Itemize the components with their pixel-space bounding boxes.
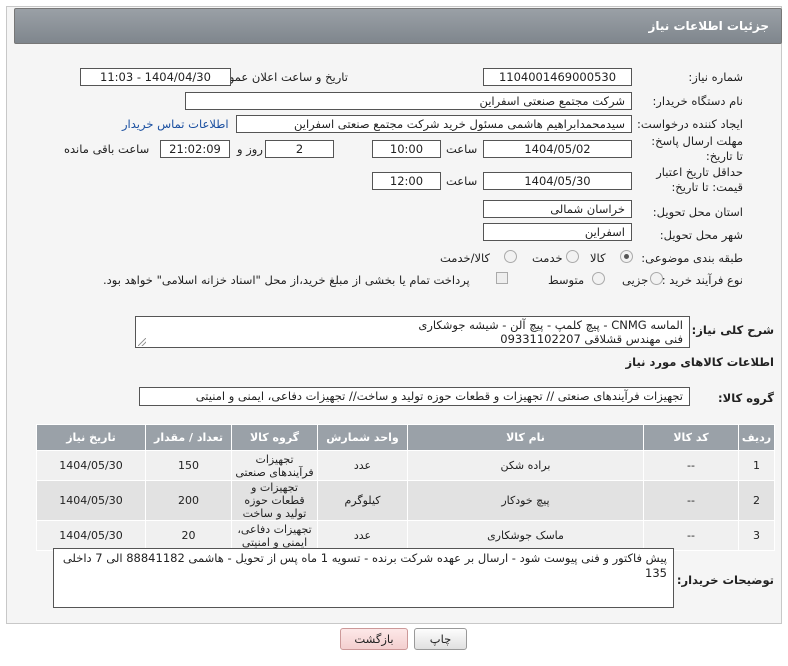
cell-date: 1404/05/30: [36, 450, 146, 481]
validity-time-label: ساعت: [446, 174, 478, 188]
description-label: شرح کلی نیاز:: [691, 323, 774, 337]
category-radio-goods-service[interactable]: [504, 250, 517, 263]
resize-grip-icon[interactable]: [138, 338, 146, 346]
buyer-notes-textarea[interactable]: پیش فاکتور و فنی پیوست شود - ارسال بر عه…: [53, 548, 674, 608]
description-line-2: فنی مهندس قشلاقی 09331102207: [500, 332, 683, 346]
category-radio-goods[interactable]: [620, 250, 633, 263]
city-label: شهر محل تحویل:: [659, 228, 743, 242]
days-label: روز و: [237, 142, 263, 156]
category-label: طبقه بندی موضوعی:: [641, 251, 743, 265]
cell-date: 1404/05/30: [36, 520, 146, 551]
col-header-code: کد کالا: [643, 424, 739, 451]
creator-field: سیدمحمدابراهیم هاشمی مسئول خرید شرکت مجت…: [236, 115, 632, 133]
col-header-unit: واحد شمارش: [317, 424, 408, 451]
cell-row-index: 1: [738, 450, 775, 481]
reply-time-field: 10:00: [372, 140, 441, 158]
payment-note: پرداخت تمام یا بخشی از مبلغ خرید،از محل …: [103, 273, 470, 287]
col-header-row: ردیف: [738, 424, 775, 451]
province-field: خراسان شمالی: [483, 200, 632, 218]
description-textarea[interactable]: الماسه CNMG - پیچ کلمپ - پیچ آلن - شیشه …: [135, 316, 690, 348]
reply-date-field: 1404/05/02: [483, 140, 632, 158]
cell-code: --: [643, 450, 739, 481]
col-header-qty: تعداد / مقدار: [145, 424, 232, 451]
need-number-field: 1104001469000530: [483, 68, 632, 86]
cell-unit: عدد: [317, 520, 408, 551]
table-header-row: ردیف کد کالا نام کالا واحد شمارش گروه کا…: [36, 424, 775, 451]
cell-unit: کیلوگرم: [317, 480, 408, 521]
back-button[interactable]: بازگشت: [340, 628, 408, 650]
cell-qty: 20: [145, 520, 232, 551]
category-option-goods: کالا: [590, 251, 606, 265]
cell-group: تجهیزات دفاعی، ایمنی و امنیتی: [231, 520, 318, 551]
goods-group-field: تجهیزات فرآیندهای صنعتی // تجهیزات و قطع…: [139, 387, 690, 406]
process-radio-minor[interactable]: [650, 272, 663, 285]
process-radio-medium[interactable]: [592, 272, 605, 285]
buyer-notes-label: توضیحات خریدار:: [676, 573, 774, 587]
process-label: نوع فرآیند خرید :: [661, 273, 743, 287]
cell-code: --: [643, 480, 739, 521]
cell-qty: 150: [145, 450, 232, 481]
province-label: استان محل تحویل:: [652, 205, 743, 219]
description-line-1: الماسه CNMG - پیچ کلمپ - پیچ آلن - شیشه …: [418, 318, 683, 332]
buyer-notes-text: پیش فاکتور و فنی پیوست شود - ارسال بر عه…: [62, 551, 667, 580]
cell-name: براده شکن: [407, 450, 644, 481]
process-option-medium: متوسط: [548, 273, 585, 287]
goods-table: ردیف کد کالا نام کالا واحد شمارش گروه کا…: [36, 424, 775, 551]
page-title: جزئیات اطلاعات نیاز: [648, 19, 769, 33]
cell-name: ماسک جوشکاری: [407, 520, 644, 551]
goods-group-label: گروه کالا:: [718, 391, 774, 405]
cell-group: تجهیزات و قطعات حوزه تولید و ساخت: [231, 480, 318, 521]
price-validity-label: حداقل تاریخ اعتبار قیمت: تا تاریخ:: [656, 165, 743, 194]
buyer-org-field: شرکت مجتمع صنعتی اسفراین: [185, 92, 632, 110]
cell-name: پیچ خودکار: [407, 480, 644, 521]
table-row: 3 -- ماسک جوشکاری عدد تجهیزات دفاعی، ایم…: [36, 520, 775, 551]
reply-deadline-label: مهلت ارسال پاسخ: تا تاریخ:: [651, 134, 743, 163]
city-field: اسفراین: [483, 223, 632, 241]
need-number-label: شماره نیاز:: [688, 70, 743, 84]
cell-code: --: [643, 520, 739, 551]
cell-group: تجهیزات فرآیندهای صنعتی: [231, 450, 318, 481]
announce-datetime-field: 1404/04/30 - 11:03: [80, 68, 231, 86]
cell-row-index: 3: [738, 520, 775, 551]
creator-label: ایجاد کننده درخواست:: [637, 117, 743, 131]
process-option-minor: جزیی: [622, 273, 649, 287]
col-header-name: نام کالا: [407, 424, 644, 451]
table-row: 1 -- براده شکن عدد تجهیزات فرآیندهای صنع…: [36, 450, 775, 481]
treasury-payment-checkbox[interactable]: [496, 272, 508, 284]
reply-time-label: ساعت: [446, 142, 478, 156]
category-option-service: خدمت: [532, 251, 563, 265]
cell-row-index: 2: [738, 480, 775, 521]
category-radio-service[interactable]: [566, 250, 579, 263]
page-header: جزئیات اطلاعات نیاز: [14, 8, 782, 44]
days-remaining-field: 2: [265, 140, 334, 158]
buyer-org-label: نام دستگاه خریدار:: [652, 94, 743, 108]
category-option-goods-service: کالا/خدمت: [440, 251, 491, 265]
buyer-contact-link[interactable]: اطلاعات تماس خریدار: [122, 117, 229, 131]
col-header-date: تاریخ نیاز: [36, 424, 146, 451]
cell-unit: عدد: [317, 450, 408, 481]
table-row: 2 -- پیچ خودکار کیلوگرم تجهیزات و قطعات …: [36, 480, 775, 521]
goods-info-title: اطلاعات کالاهای مورد نیاز: [625, 355, 774, 369]
remaining-time-field: 21:02:09: [160, 140, 230, 158]
print-button[interactable]: چاپ: [414, 628, 467, 650]
validity-date-field: 1404/05/30: [483, 172, 632, 190]
cell-date: 1404/05/30: [36, 480, 146, 521]
validity-time-field: 12:00: [372, 172, 441, 190]
cell-qty: 200: [145, 480, 232, 521]
remaining-label: ساعت باقی مانده: [64, 142, 150, 156]
col-header-group: گروه کالا: [231, 424, 318, 451]
